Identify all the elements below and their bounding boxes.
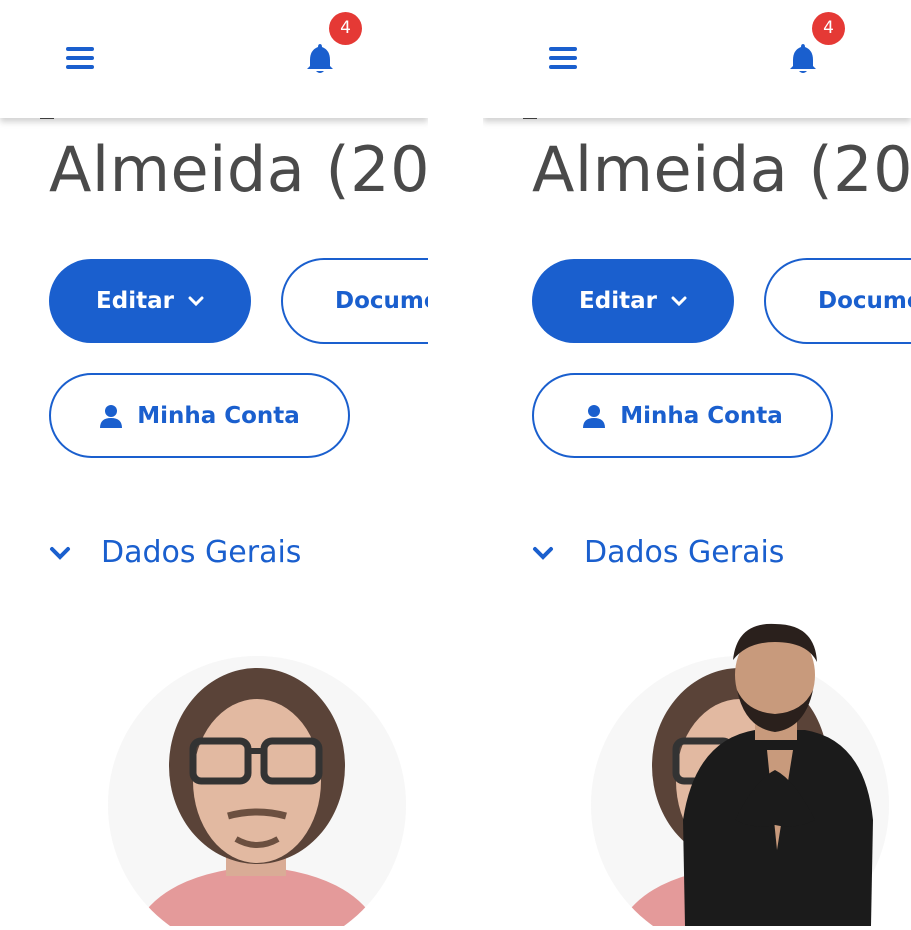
sign-language-interpreter-overlay: [675, 620, 880, 926]
my-account-button[interactable]: Minha Conta: [532, 373, 833, 458]
documents-button[interactable]: Documentos: [764, 258, 911, 344]
screen-panel-left: Almeida (2019 Editar Documentos Minha Co…: [0, 0, 428, 926]
edit-button-label: Editar: [579, 288, 657, 314]
chevron-down-icon: [533, 546, 553, 560]
chevron-down-icon: [50, 546, 70, 560]
bell-icon[interactable]: [306, 42, 334, 74]
user-icon: [583, 404, 606, 428]
bell-icon[interactable]: [789, 42, 817, 74]
edit-button-label: Editar: [96, 288, 174, 314]
edit-button[interactable]: Editar: [532, 259, 734, 343]
notification-badge: 4: [812, 12, 845, 45]
app-header: 4: [483, 0, 911, 118]
section-toggle-dados-gerais[interactable]: Dados Gerais: [49, 535, 301, 570]
hamburger-menu-icon[interactable]: [66, 47, 96, 71]
profile-photo: [108, 656, 406, 926]
page-title: Almeida (2019: [532, 133, 911, 206]
user-icon: [100, 404, 123, 428]
edit-button[interactable]: Editar: [49, 259, 251, 343]
app-header: 4: [0, 0, 428, 118]
section-toggle-dados-gerais[interactable]: Dados Gerais: [532, 535, 784, 570]
documents-button[interactable]: Documentos: [281, 258, 428, 344]
my-account-button-label: Minha Conta: [620, 402, 783, 429]
chevron-down-icon: [188, 296, 204, 307]
page-title: Almeida (2019: [49, 133, 428, 206]
hamburger-menu-icon[interactable]: [549, 47, 579, 71]
my-account-button-label: Minha Conta: [137, 402, 300, 429]
documents-button-label: Documentos: [335, 288, 428, 314]
my-account-button[interactable]: Minha Conta: [49, 373, 350, 458]
section-label: Dados Gerais: [101, 535, 302, 570]
section-label: Dados Gerais: [584, 535, 785, 570]
documents-button-label: Documentos: [818, 288, 911, 314]
notification-badge: 4: [329, 12, 362, 45]
chevron-down-icon: [671, 296, 687, 307]
